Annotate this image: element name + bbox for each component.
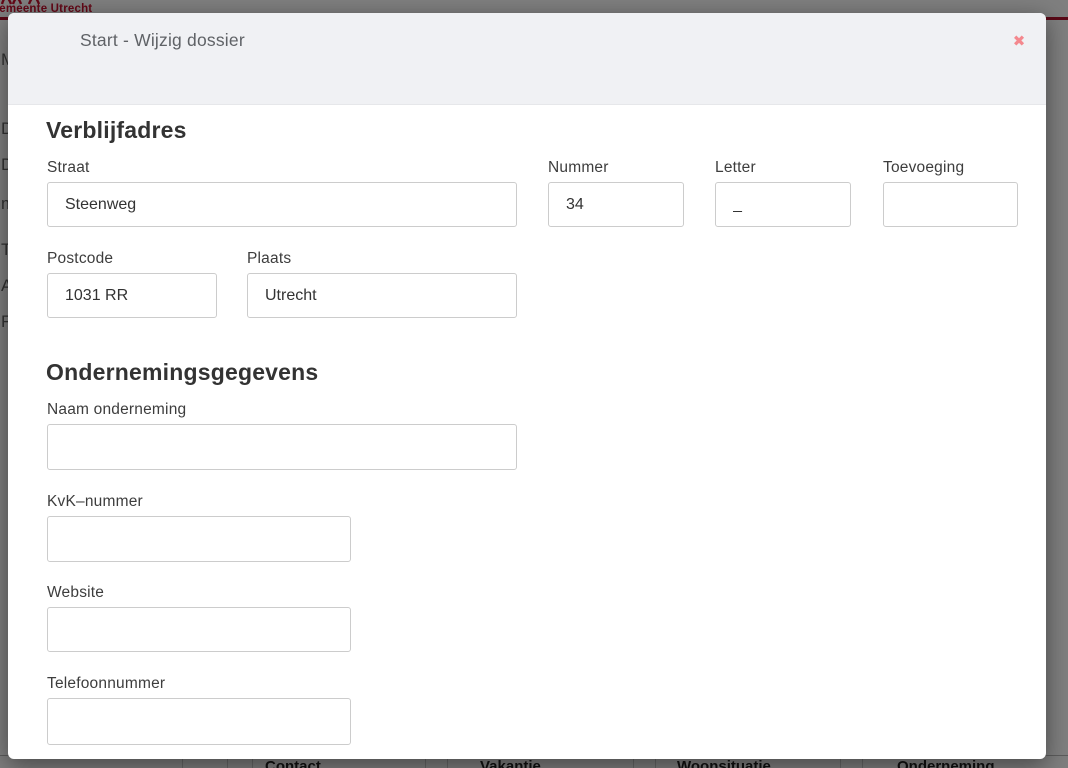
postcode-input[interactable] — [47, 273, 217, 318]
naam-onderneming-label: Naam onderneming — [47, 401, 186, 419]
naam-onderneming-input[interactable] — [47, 424, 517, 470]
plaats-label: Plaats — [247, 250, 291, 268]
close-icon[interactable]: ✖ — [1007, 29, 1031, 53]
website-label: Website — [47, 584, 104, 602]
section-heading-ondernemingsgegevens: Ondernemingsgegevens — [46, 359, 318, 386]
dialog-body: Verblijfadres Straat Nummer Letter Toevo… — [8, 106, 1046, 759]
toevoeging-label: Toevoeging — [883, 159, 964, 177]
nummer-label: Nummer — [548, 159, 609, 177]
postcode-label: Postcode — [47, 250, 113, 268]
dialog-header: Start - Wijzig dossier ✖ — [8, 13, 1046, 105]
toevoeging-input[interactable] — [883, 182, 1018, 227]
letter-input[interactable] — [715, 182, 851, 227]
wijzig-dossier-dialog: Start - Wijzig dossier ✖ Verblijfadres S… — [8, 13, 1046, 759]
dialog-title: Start - Wijzig dossier — [80, 30, 245, 51]
letter-label: Letter — [715, 159, 756, 177]
straat-input[interactable] — [47, 182, 517, 227]
section-heading-verblijfadres: Verblijfadres — [46, 117, 187, 144]
telefoonnummer-input[interactable] — [47, 698, 351, 745]
kvk-nummer-input[interactable] — [47, 516, 351, 562]
telefoonnummer-label: Telefoonnummer — [47, 675, 165, 693]
website-input[interactable] — [47, 607, 351, 652]
nummer-input[interactable] — [548, 182, 684, 227]
plaats-input[interactable] — [247, 273, 517, 318]
kvk-nummer-label: KvK–nummer — [47, 493, 143, 511]
straat-label: Straat — [47, 159, 90, 177]
